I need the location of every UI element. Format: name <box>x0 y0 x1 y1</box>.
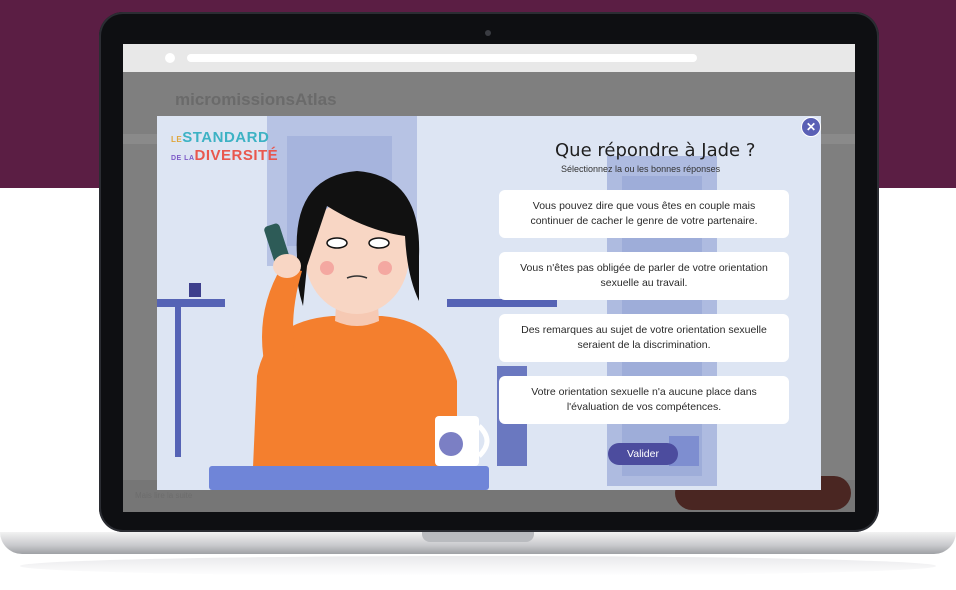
mug-logo <box>439 432 463 456</box>
laptop-screen: micromissionsAtlas Mais lire la suite LE… <box>123 44 855 512</box>
modal-subtitle: Sélectionnez la ou les bonnes réponses <box>561 164 721 174</box>
person-cheek-left <box>320 261 334 275</box>
bg-desk-right <box>447 299 557 307</box>
logo-prefix-le: LE <box>171 135 183 144</box>
answer-option-3[interactable]: Des remarques au sujet de votre orientat… <box>499 314 789 362</box>
logo-standard: STANDARD <box>182 129 270 146</box>
background-heading: micromissionsAtlas <box>175 90 337 109</box>
logo-diversite: DIVERSITÉ <box>194 147 279 164</box>
bg-shelf-left <box>157 299 225 307</box>
camera <box>485 30 491 36</box>
laptop-notch <box>422 532 534 542</box>
browser-bar <box>123 44 855 72</box>
person-cheek-right <box>378 261 392 275</box>
logo-prefix-dela: DE LA <box>171 155 195 162</box>
answer-option-2[interactable]: Vous n'êtes pas obligée de parler de vot… <box>499 252 789 300</box>
browser-address-bar[interactable] <box>187 54 697 62</box>
desk-laptop <box>209 466 489 490</box>
illustration-scene <box>157 116 717 490</box>
modal-title: Que répondre à Jade ? <box>555 140 756 161</box>
standard-diversite-logo: LESTANDARD DE LADIVERSITÉ <box>171 130 278 167</box>
answer-option-1[interactable]: Vous pouvez dire que vous êtes en couple… <box>499 190 789 238</box>
browser-dot <box>165 53 175 63</box>
mug-handle <box>477 424 490 458</box>
answer-option-4[interactable]: Votre orientation sexuelle n'a aucune pl… <box>499 376 789 424</box>
laptop-bezel: micromissionsAtlas Mais lire la suite LE… <box>99 12 879 532</box>
person-eye-left <box>326 237 348 249</box>
background-footer-text: Mais lire la suite <box>135 491 193 500</box>
bg-shelf-leg-left <box>175 307 181 457</box>
person-hand <box>273 254 301 278</box>
person-eye-right <box>368 237 390 249</box>
validate-button[interactable]: Valider <box>608 443 678 465</box>
quiz-modal: LESTANDARD DE LADIVERSITÉ Que répondre à… <box>157 116 821 490</box>
laptop-shadow <box>20 556 936 576</box>
close-icon[interactable]: ✕ <box>801 117 821 137</box>
bg-cup-small <box>189 283 201 297</box>
